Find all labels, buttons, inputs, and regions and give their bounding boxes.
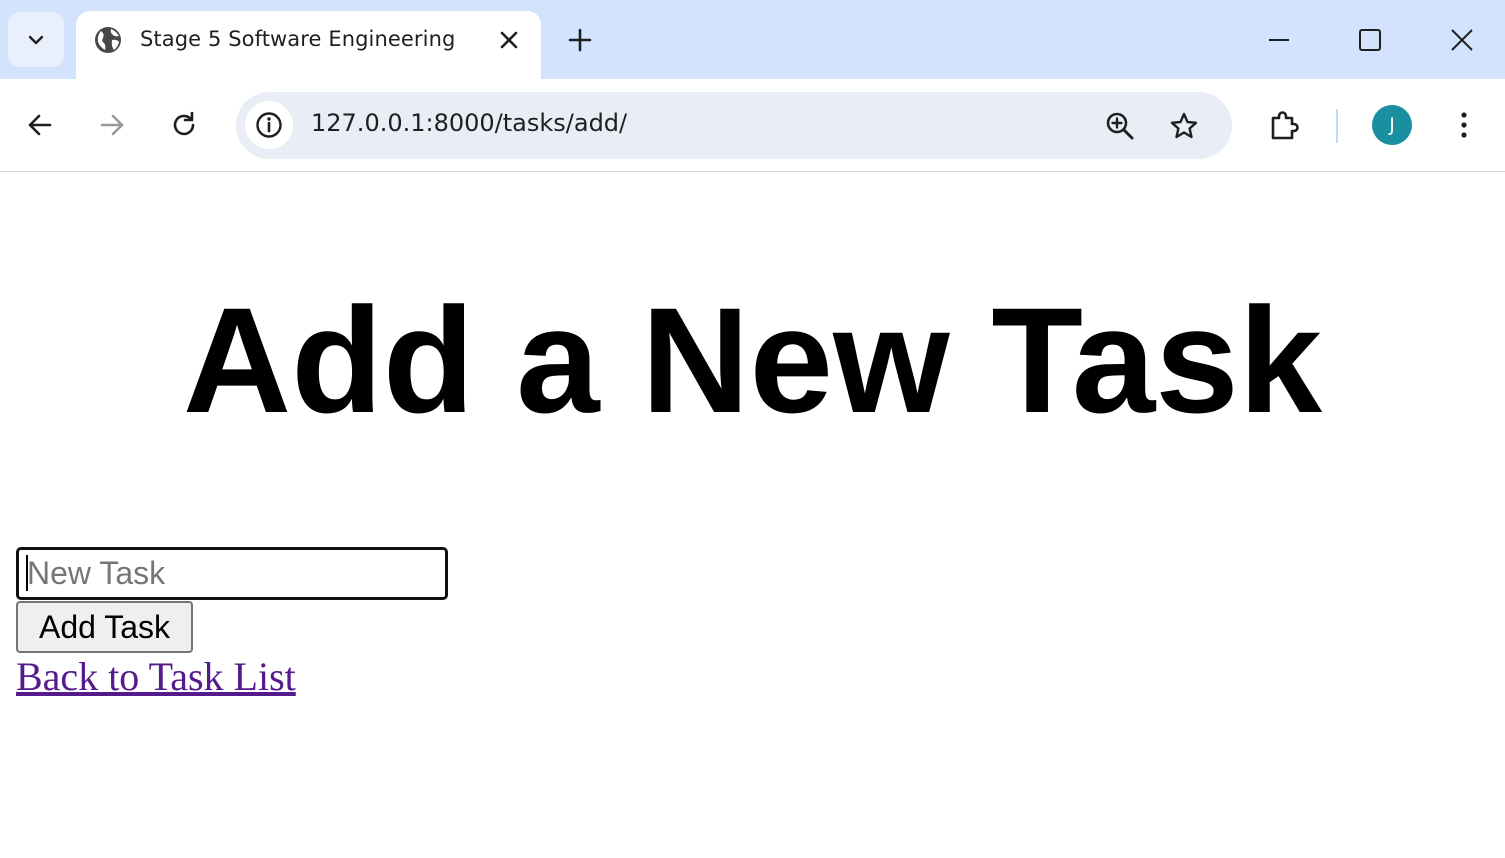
back-to-task-list-link[interactable]: Back to Task List [16, 653, 296, 700]
star-icon [1170, 112, 1198, 139]
tab-strip: Stage 5 Software Engineering [0, 0, 1505, 79]
toolbar-separator [1336, 109, 1338, 143]
tab-title: Stage 5 Software Engineering [140, 27, 456, 51]
maximize-button[interactable] [1350, 20, 1390, 60]
site-info-button[interactable] [245, 101, 293, 149]
page-title: Add a New Task [182, 276, 1323, 444]
new-task-input[interactable] [16, 547, 448, 600]
add-task-button[interactable]: Add Task [16, 601, 193, 653]
arrow-right-icon [100, 114, 124, 136]
address-bar[interactable]: 127.0.0.1:8000/tasks/add/ [236, 92, 1232, 159]
active-tab[interactable]: Stage 5 Software Engineering [76, 11, 541, 79]
reload-icon [173, 111, 195, 136]
reload-button[interactable] [164, 105, 204, 145]
minimize-icon [1269, 39, 1289, 41]
chevron-down-icon [28, 35, 44, 44]
bookmark-button[interactable] [1164, 106, 1204, 146]
page-content: Add a New Task Add Task Back to Task Lis… [0, 173, 1505, 858]
forward-button[interactable] [92, 105, 132, 145]
maximize-icon [1359, 29, 1381, 51]
menu-button[interactable] [1444, 105, 1484, 145]
profile-avatar[interactable]: J [1372, 105, 1412, 145]
text-caret [26, 555, 28, 591]
arrow-left-icon [28, 114, 52, 136]
browser-toolbar: 127.0.0.1:8000/tasks/add/ J [0, 79, 1505, 172]
close-tab-icon[interactable] [495, 26, 523, 54]
zoom-button[interactable] [1100, 106, 1140, 146]
close-window-button[interactable] [1442, 20, 1482, 60]
tab-search-button[interactable] [8, 12, 64, 67]
zoom-in-icon [1106, 112, 1134, 140]
more-vert-icon [1461, 112, 1467, 138]
url-text[interactable]: 127.0.0.1:8000/tasks/add/ [311, 109, 627, 137]
globe-icon [93, 25, 123, 55]
extensions-button[interactable] [1265, 105, 1305, 145]
back-button[interactable] [20, 105, 60, 145]
new-tab-button[interactable] [562, 22, 598, 58]
info-icon [256, 112, 282, 138]
plus-icon [568, 28, 592, 52]
avatar-initial: J [1389, 114, 1395, 136]
close-icon [1451, 29, 1473, 51]
puzzle-piece-icon [1271, 111, 1299, 140]
minimize-button[interactable] [1259, 20, 1299, 60]
